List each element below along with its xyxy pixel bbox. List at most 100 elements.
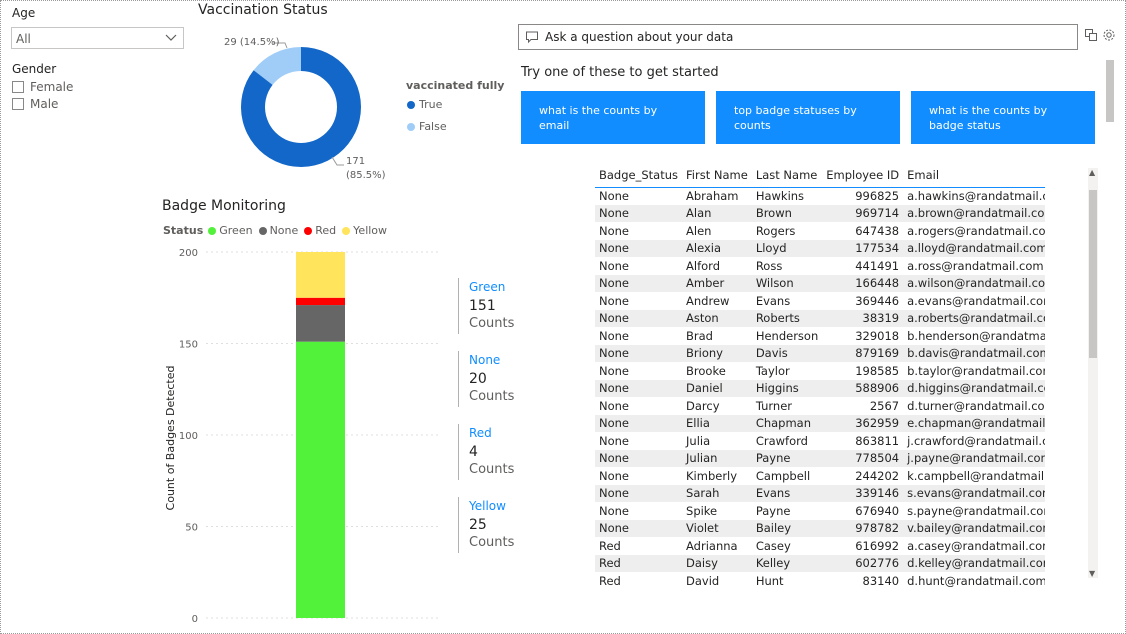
- table-row[interactable]: Red Daisy Kelley 602776 d.kelley@randatmail.…: [595, 554, 1045, 572]
- count-card-none: None 20 Counts: [458, 351, 528, 407]
- gender-option-female[interactable]: Female: [12, 80, 73, 94]
- cell-first-name: Andrew: [686, 293, 730, 308]
- employee-table: Badge_Status First Name Last Name Employ…: [595, 164, 1045, 588]
- cell-first-name: Brad: [686, 328, 713, 343]
- table-row[interactable]: None Spike Payne 676940 s.payne@randatmail.c…: [595, 502, 1045, 520]
- badge-stacked-bar-chart: 200 150 100 50 0 Count of Badges Detected: [164, 248, 440, 625]
- column-header-first-name[interactable]: First Name: [682, 164, 752, 188]
- bar-segment-green[interactable]: [296, 341, 345, 618]
- count-card-unit: Counts: [469, 389, 515, 404]
- donut-label-false: 29 (14.5%): [224, 37, 280, 48]
- count-card-value: 25: [469, 517, 487, 533]
- cell-last-name: Brown: [751, 204, 823, 222]
- table-row[interactable]: None Aston Roberts 38319 a.roberts@randatmai…: [595, 309, 1045, 327]
- table-row[interactable]: None Brad Henderson 329018 b.henderson@randa…: [595, 327, 1045, 345]
- table-row[interactable]: Red David Hunt 83140 d.hunt@randatmail.com: [595, 572, 1045, 588]
- cell-badge-status: Red: [599, 573, 621, 588]
- qa-input[interactable]: Ask a question about your data: [518, 24, 1078, 50]
- cell-last-name: Taylor: [755, 363, 790, 378]
- count-card-name: None: [469, 353, 501, 367]
- table-scrollbar[interactable]: ▲ ▼: [1088, 168, 1098, 578]
- cell-email: s.evans@randatmail.com: [903, 484, 1045, 502]
- legend-item-false[interactable]: False: [407, 120, 447, 133]
- count-card-value: 4: [469, 444, 478, 460]
- table-row[interactable]: None Andrew Evans 369446 a.evans@randatmail.…: [595, 292, 1045, 310]
- cell-email: k.campbell@randatmail.com: [907, 468, 1045, 483]
- cell-first-name: Alen: [686, 223, 712, 238]
- cell-email: a.lloyd@randatmail.com: [903, 239, 1045, 257]
- table-row[interactable]: None Alan Brown 969714 a.brown@randatmail.co…: [595, 204, 1045, 222]
- cell-employee-id: 602776: [822, 554, 904, 572]
- column-header-email[interactable]: Email: [903, 164, 1045, 188]
- table-row[interactable]: None Briony Davis 879169 b.davis@randatmail.…: [595, 344, 1045, 362]
- suggestion-button-2[interactable]: top badge statuses by counts: [716, 91, 900, 144]
- gender-option-male[interactable]: Male: [12, 97, 58, 111]
- scroll-up-icon[interactable]: ▲: [1089, 168, 1095, 177]
- badge-legend-title: Status: [163, 224, 204, 237]
- y-tick-label: 200: [179, 248, 198, 259]
- bar-segment-yellow[interactable]: [296, 252, 345, 298]
- table-row[interactable]: None Julian Payne 778504 j.payne@randatmail.…: [595, 449, 1045, 467]
- donut-label-true-count: 171: [346, 156, 366, 167]
- cell-email: a.casey@randatmail.com: [907, 538, 1045, 553]
- table-row[interactable]: None Violet Bailey 978782 v.bailey@randatmai…: [595, 519, 1045, 537]
- table-scrollbar-thumb[interactable]: [1089, 190, 1097, 358]
- cell-last-name: Payne: [751, 449, 823, 467]
- legend-label-red[interactable]: Red: [315, 224, 336, 237]
- checkbox[interactable]: [12, 81, 24, 93]
- table-row[interactable]: None Darcy Turner 2567 d.turner@randatmail.c…: [595, 397, 1045, 415]
- cell-badge-status: Red: [595, 554, 683, 572]
- column-header-employee-id[interactable]: Employee ID: [822, 164, 904, 188]
- qa-scrollbar[interactable]: [1106, 60, 1114, 122]
- suggestion-button-1[interactable]: what is the counts by email: [521, 91, 705, 144]
- table-row[interactable]: None Sarah Evans 339146 s.evans@randatmail.c…: [595, 484, 1045, 502]
- table-row[interactable]: None Kimberly Campbell 244202 k.campbell@ran…: [595, 467, 1045, 485]
- cell-last-name: Lloyd: [751, 239, 823, 257]
- bar-segment-red[interactable]: [296, 297, 345, 306]
- legend-label-green[interactable]: Green: [219, 224, 252, 237]
- legend-item-true[interactable]: True: [407, 98, 442, 111]
- table-row[interactable]: None Ellia Chapman 362959 e.chapman@randatma…: [595, 414, 1045, 432]
- copy-visual-icon[interactable]: [1084, 28, 1098, 42]
- cell-last-name: Davis: [751, 344, 823, 362]
- bar-segment-none[interactable]: [296, 305, 345, 342]
- chevron-down-icon: [165, 34, 177, 41]
- cell-email: d.hunt@randatmail.com: [907, 573, 1045, 588]
- cell-email: j.crawford@randatmail.com: [907, 433, 1045, 448]
- cell-email: a.hawkins@randatmail.com: [907, 189, 1045, 203]
- table-row[interactable]: None Amber Wilson 166448 a.wilson@randatmail…: [595, 274, 1045, 292]
- count-card-yellow: Yellow 25 Counts: [458, 497, 528, 553]
- cell-badge-status: None: [595, 379, 683, 397]
- cell-email: v.bailey@randatmail.com: [903, 519, 1045, 537]
- cell-first-name: Daisy: [682, 554, 752, 572]
- table-row[interactable]: None Alen Rogers 647438 a.rogers@randatmail.…: [595, 222, 1045, 240]
- cell-badge-status: Red: [599, 538, 621, 553]
- age-dropdown[interactable]: All: [11, 27, 184, 49]
- column-header-last-name[interactable]: Last Name: [751, 164, 823, 188]
- cell-last-name: Rogers: [755, 223, 796, 238]
- cell-badge-status: None: [599, 468, 630, 483]
- cell-last-name: Chapman: [751, 414, 823, 432]
- cell-last-name: Hawkins: [755, 189, 805, 203]
- table-row[interactable]: None Alexia Lloyd 177534 a.lloyd@randatmail.…: [595, 239, 1045, 257]
- legend-label-yellow[interactable]: Yellow: [353, 224, 387, 237]
- suggestion-button-3[interactable]: what is the counts by badge status: [911, 91, 1095, 144]
- table-row[interactable]: Red Adrianna Casey 616992 a.casey@randatmail…: [595, 537, 1045, 555]
- legend-label-none[interactable]: None: [270, 224, 299, 237]
- badge-monitoring-title: Badge Monitoring: [162, 198, 286, 214]
- gear-icon[interactable]: [1102, 28, 1116, 42]
- table-row[interactable]: None Julia Crawford 863811 j.crawford@randat…: [595, 432, 1045, 450]
- cell-first-name: Alan: [682, 204, 752, 222]
- table-row[interactable]: None Abraham Hawkins 996825 a.hawkins@randat…: [595, 187, 1045, 205]
- column-header-badge-status[interactable]: Badge_Status: [595, 164, 683, 188]
- table-row[interactable]: None Daniel Higgins 588906 d.higgins@randatm…: [595, 379, 1045, 397]
- table-row[interactable]: None Brooke Taylor 198585 b.taylor@randatmai…: [595, 362, 1045, 380]
- cell-last-name: Bailey: [751, 519, 823, 537]
- table-row[interactable]: None Alford Ross 441491 a.ross@randatmail.co…: [595, 257, 1045, 275]
- qa-prompt: Try one of these to get started: [521, 65, 719, 80]
- count-card-value: 20: [469, 371, 487, 387]
- leader-line-true: [331, 156, 344, 166]
- scroll-down-icon[interactable]: ▼: [1089, 569, 1095, 578]
- checkbox[interactable]: [12, 98, 24, 110]
- cell-last-name: Roberts: [751, 309, 823, 327]
